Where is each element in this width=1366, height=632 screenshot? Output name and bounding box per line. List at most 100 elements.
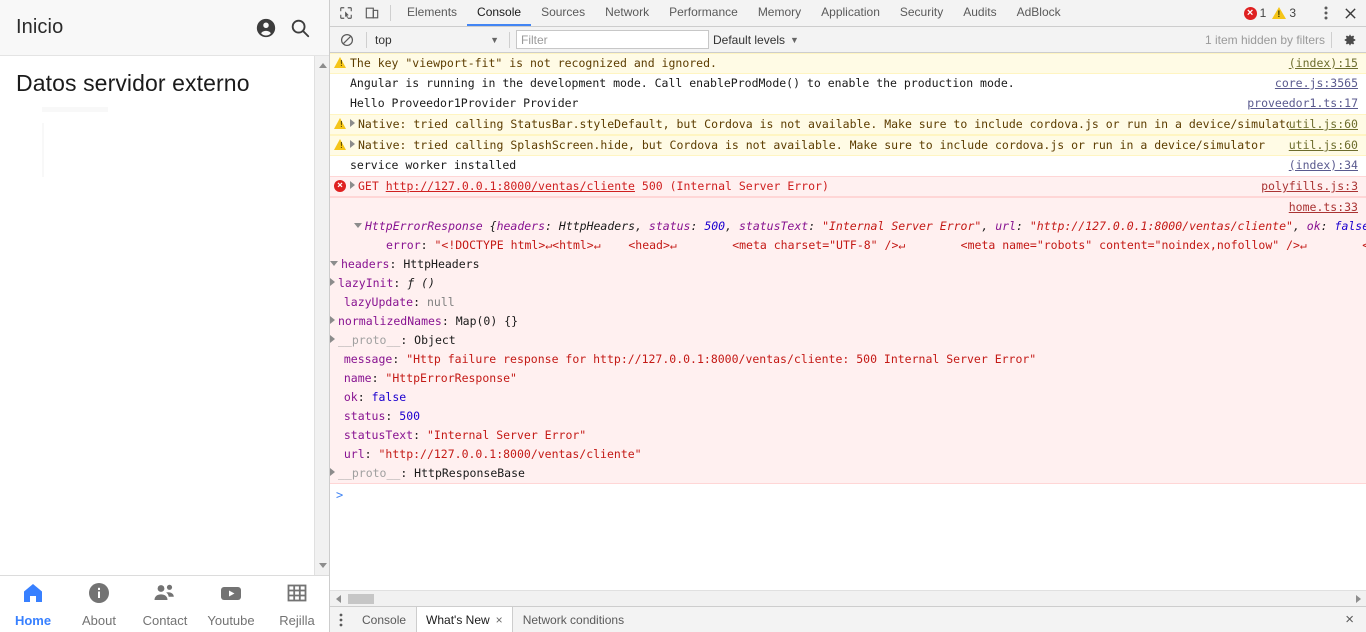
drawer-tab-console[interactable]: Console (352, 607, 416, 632)
tab-console[interactable]: Console (467, 0, 532, 26)
expand-arrow-icon[interactable] (350, 140, 355, 148)
console-message-text: Native: tried calling SplashScreen.hide,… (358, 138, 1265, 152)
tab-application[interactable]: Application (811, 0, 890, 26)
more-vertical-icon[interactable] (1314, 3, 1338, 23)
drawer-tab-whats-new[interactable]: What's New × (416, 607, 513, 632)
console-message[interactable]: ! Native: tried calling StatusBar.styleD… (330, 114, 1366, 135)
console-network-error[interactable]: × GET http://127.0.0.1:8000/ventas/clien… (330, 176, 1366, 197)
console-message-body: Native: tried calling StatusBar.styleDef… (350, 115, 1289, 134)
expand-arrow-icon[interactable] (330, 335, 335, 343)
property-value: Object (414, 333, 456, 347)
devtools-drawer-tab-strip: Console What's New × Network conditions … (330, 606, 1366, 632)
tab-rejilla[interactable]: Rejilla (264, 581, 329, 628)
console-message-source[interactable]: core.js:3565 (1275, 74, 1366, 93)
console-error-object[interactable]: home.ts:33 HttpErrorResponse {headers: H… (330, 197, 1366, 484)
object-property-row[interactable]: __proto__: Object (330, 331, 1366, 350)
property-value: "Internal Server Error" (426, 428, 587, 442)
inspect-element-icon[interactable] (333, 0, 359, 26)
console-filter-input[interactable] (516, 30, 709, 49)
error-object-header-row[interactable]: HttpErrorResponse {headers: HttpHeaders,… (330, 217, 1366, 236)
scroll-left-arrow-icon[interactable] (330, 591, 346, 607)
tab-contact[interactable]: Contact (132, 581, 198, 628)
object-property-row[interactable]: normalizedNames: Map(0) {} (330, 312, 1366, 331)
console-message[interactable]: ! Native: tried calling SplashScreen.hid… (330, 135, 1366, 156)
expand-arrow-icon[interactable] (350, 181, 355, 189)
more-vertical-icon[interactable] (330, 607, 352, 632)
close-icon[interactable]: × (496, 613, 503, 627)
toggle-device-toolbar-icon[interactable] (359, 0, 385, 26)
clear-console-icon[interactable] (334, 33, 360, 47)
console-message-source[interactable]: (index):15 (1289, 54, 1366, 73)
tab-rejilla-label: Rejilla (279, 612, 315, 628)
close-icon[interactable]: × (1341, 611, 1358, 628)
property-separator: : (392, 352, 407, 366)
toolbar-divider (390, 5, 391, 21)
expand-arrow-icon[interactable] (330, 316, 335, 324)
preview-key-status: status (648, 219, 691, 233)
expand-arrow-icon[interactable] (330, 468, 335, 476)
expand-arrow-icon[interactable] (330, 278, 335, 286)
scrollbar-thumb[interactable] (348, 594, 374, 604)
tab-memory[interactable]: Memory (748, 0, 811, 26)
property-key: url (343, 447, 365, 461)
preview-val-ok: false (1334, 219, 1366, 233)
tab-youtube[interactable]: Youtube (198, 581, 264, 628)
toolbar-divider-2 (509, 31, 510, 48)
console-message-source[interactable]: home.ts:33 (1289, 198, 1366, 217)
execution-context-select[interactable]: top ▼ (373, 30, 503, 49)
console-message-source[interactable]: (index):34 (1289, 156, 1366, 175)
console-message[interactable]: Hello Proveedor1Provider Provider provee… (330, 94, 1366, 114)
prompt-caret-icon: > (336, 487, 344, 502)
property-value: "Http failure response for http://127.0.… (406, 352, 1037, 366)
tab-home[interactable]: Home (0, 581, 66, 628)
console-message[interactable]: Angular is running in the development mo… (330, 74, 1366, 94)
expand-arrow-icon[interactable] (350, 119, 355, 127)
preview-key-headers: headers (496, 219, 546, 233)
tab-network[interactable]: Network (595, 0, 659, 26)
error-count-badge[interactable]: × 1 (1243, 6, 1266, 20)
property-value: 500 (399, 409, 421, 423)
scroll-up-arrow-icon[interactable] (315, 58, 329, 73)
object-property-row[interactable]: lazyInit: ƒ () (330, 274, 1366, 293)
app-vertical-scrollbar[interactable] (314, 56, 329, 575)
execution-context-value: top (375, 32, 392, 47)
request-url-link[interactable]: http://127.0.0.1:8000/ventas/cliente (386, 179, 635, 193)
console-message-list[interactable]: ! The key "viewport-fit" is not recogniz… (330, 53, 1366, 590)
scroll-down-arrow-icon[interactable] (315, 558, 329, 573)
collapse-arrow-icon[interactable] (354, 223, 362, 228)
tab-about[interactable]: About (66, 581, 132, 628)
log-levels-select[interactable]: Default levels ▼ (709, 33, 803, 47)
account-circle-icon[interactable] (251, 13, 281, 43)
console-message-source[interactable]: polyfills.js:3 (1261, 177, 1366, 196)
property-separator: : (441, 314, 456, 328)
tab-performance[interactable]: Performance (659, 0, 748, 26)
tab-elements[interactable]: Elements (397, 0, 467, 26)
console-network-error-body: GET http://127.0.0.1:8000/ventas/cliente… (350, 177, 1261, 196)
property-value: null (426, 295, 455, 309)
console-message-source[interactable]: util.js:60 (1289, 115, 1366, 134)
search-icon[interactable] (285, 13, 315, 43)
tab-adblock[interactable]: AdBlock (1007, 0, 1071, 26)
close-icon[interactable] (1338, 3, 1362, 23)
gear-icon[interactable] (1338, 30, 1362, 50)
scroll-right-arrow-icon[interactable] (1350, 591, 1366, 607)
collapse-arrow-icon[interactable] (330, 261, 338, 266)
console-message[interactable]: ! The key "viewport-fit" is not recogniz… (330, 53, 1366, 74)
warning-count-badge[interactable]: 3 (1272, 6, 1296, 20)
tab-sources[interactable]: Sources (531, 0, 595, 26)
object-property-row[interactable]: __proto__: HttpResponseBase (330, 464, 1366, 483)
tab-audits[interactable]: Audits (953, 0, 1006, 26)
property-separator: : (385, 409, 400, 423)
object-property-row[interactable]: headers: HttpHeaders (330, 255, 1366, 274)
tab-youtube-label: Youtube (207, 612, 255, 628)
console-horizontal-scrollbar[interactable] (330, 590, 1366, 606)
property-separator: : (364, 447, 379, 461)
people-icon (152, 581, 178, 610)
console-message-source[interactable]: util.js:60 (1289, 136, 1366, 155)
drawer-tab-network-conditions[interactable]: Network conditions (513, 607, 634, 632)
console-message-source[interactable]: proveedor1.ts:17 (1247, 94, 1366, 113)
console-message[interactable]: service worker installed (index):34 (330, 156, 1366, 176)
warning-icon: ! (330, 136, 350, 150)
tab-security[interactable]: Security (890, 0, 953, 26)
console-prompt[interactable]: > (330, 484, 1366, 506)
